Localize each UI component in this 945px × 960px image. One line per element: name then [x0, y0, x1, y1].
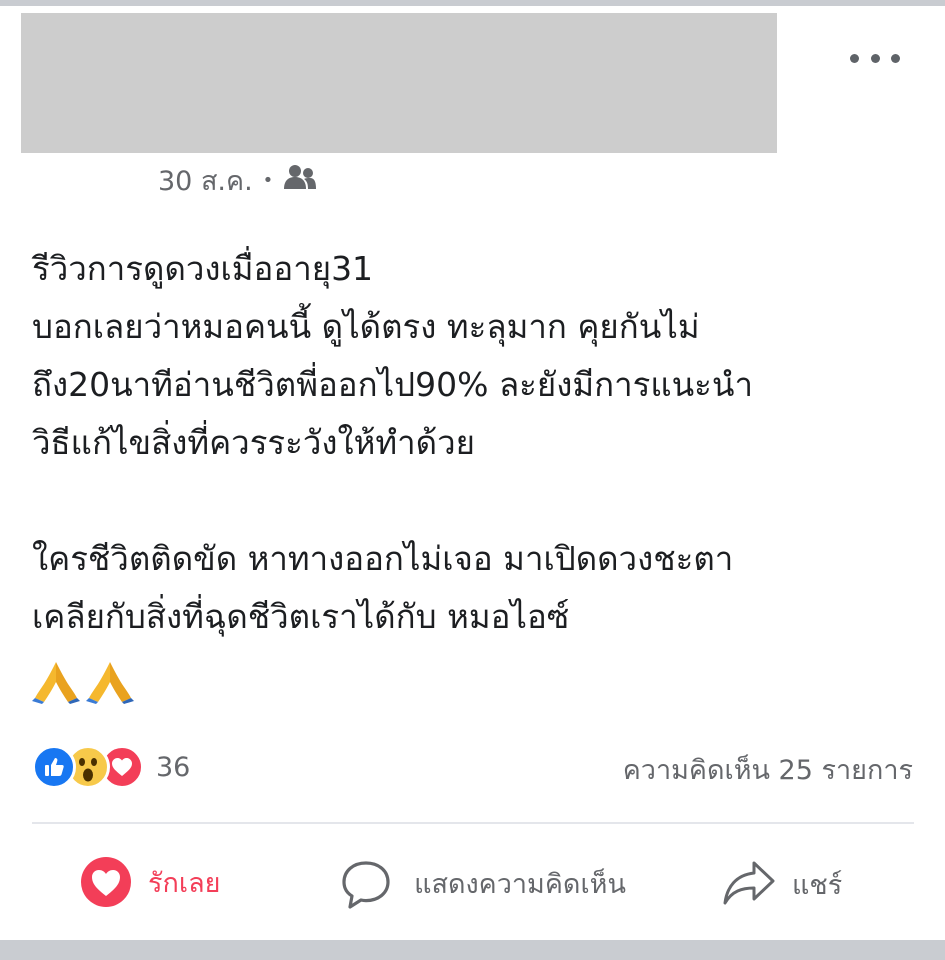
comment-icon — [342, 861, 390, 909]
top-divider-strip — [0, 0, 945, 6]
meta-separator: • — [262, 169, 274, 191]
post-text-line: ใครชีวิตติดขัด หาทางออกไม่เจอ มาเปิดดวงช… — [32, 539, 734, 578]
actions-divider — [32, 822, 914, 824]
reactions-summary[interactable]: 36 — [32, 744, 190, 790]
post-emoji-line — [32, 660, 134, 710]
post-text-line: วิธีแก้ไขสิ่งที่ควรระวังให้ทำด้วย — [32, 423, 475, 462]
post-date[interactable]: 30 ส.ค. — [158, 159, 253, 202]
share-label: แชร์ — [792, 869, 843, 901]
post-text-line: ถึง20นาทีอ่านชีวิตพี่ออกไป90% ละยังมีการ… — [32, 365, 753, 404]
folded-hands-icon — [32, 662, 80, 704]
reaction-count: 36 — [156, 751, 191, 783]
love-icon — [81, 857, 131, 907]
more-horizontal-icon — [891, 53, 900, 63]
post-text-line: บอกเลยว่าหมอคนนี้ ดูได้ตรง ทะลุมาก คุยกั… — [32, 307, 700, 346]
love-label: รักเลย — [148, 867, 221, 899]
share-icon — [723, 861, 775, 905]
comment-label: แสดงความคิดเห็น — [414, 869, 626, 900]
comments-count-link[interactable]: ความคิดเห็น 25 รายการ — [623, 748, 913, 791]
friends-icon[interactable] — [283, 164, 317, 197]
post-text-line: รีวิวการดูดวงเมื่ออายุ31 — [32, 249, 374, 288]
redacted-author-block — [21, 13, 777, 153]
comment-button[interactable]: แสดงความคิดเห็น — [340, 840, 630, 930]
post-meta: 30 ส.ค. • — [158, 160, 317, 200]
more-options-button[interactable] — [850, 44, 900, 72]
folded-hands-icon — [86, 662, 134, 704]
more-horizontal-icon — [850, 53, 859, 63]
love-reaction-button[interactable]: รักเลย — [80, 850, 220, 914]
post-text-line: เคลียกับสิ่งที่ฉุดชีวิตเราได้กับ หมอไอซ์ — [32, 597, 570, 636]
post-body: รีวิวการดูดวงเมื่ออายุ31 บอกเลยว่าหมอคนน… — [32, 240, 932, 646]
share-button[interactable]: แชร์ — [722, 856, 842, 912]
like-icon — [32, 745, 76, 789]
more-horizontal-icon — [870, 53, 880, 63]
bottom-divider-strip — [0, 940, 945, 960]
